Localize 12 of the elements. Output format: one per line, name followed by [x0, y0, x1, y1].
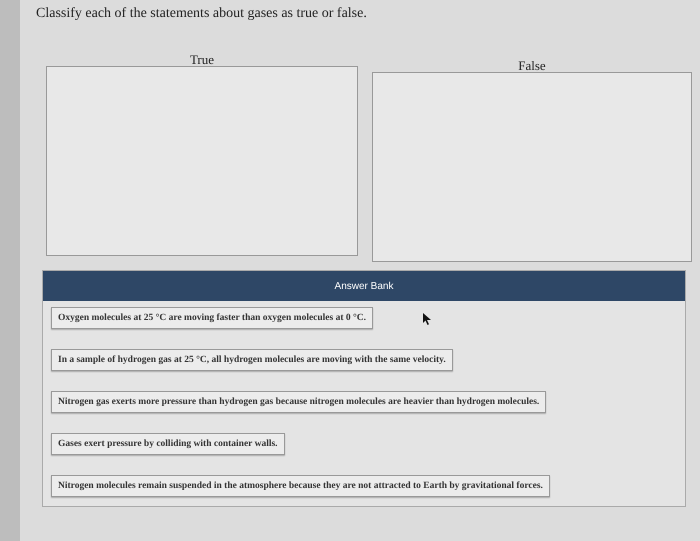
drop-zone[interactable] [46, 66, 358, 256]
bin-label: True [190, 52, 214, 69]
answer-tile[interactable]: In a sample of hydrogen gas at 25 °C, all hydrogen molecules are moving with the same velocity. [51, 349, 453, 371]
drop-zone[interactable] [372, 72, 692, 262]
answer-tile[interactable]: Oxygen molecules at 25 °C are moving faster than oxygen molecules at 0 °C. [51, 307, 374, 329]
answer-tile[interactable]: Gases exert pressure by colliding with container walls. [51, 433, 285, 455]
answer-tile[interactable]: Nitrogen molecules remain suspended in the atmosphere because they are not attracted to Earth by gravitational forces. [51, 475, 550, 497]
mouse-pointer-icon [423, 313, 431, 325]
answer-bank-header: Answer Bank [43, 271, 685, 301]
question-text: Classify each of the statements about gases as true or false. [36, 6, 368, 22]
bin-label: False [518, 58, 546, 75]
answer-tile[interactable]: Nitrogen gas exerts more pressure than hydrogen gas because nitrogen molecules are heavier than hydrogen molecules. [51, 391, 546, 413]
